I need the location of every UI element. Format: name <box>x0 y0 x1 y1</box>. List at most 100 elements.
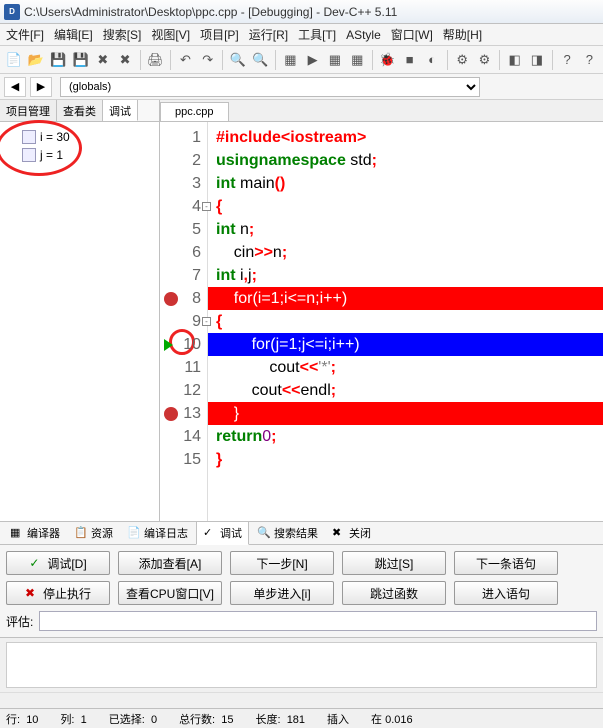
line-number[interactable]: 11 <box>162 356 201 379</box>
tool1-icon[interactable]: ⚙ <box>453 49 472 71</box>
bottom-tab[interactable]: ▦编译器 <box>4 522 66 544</box>
line-number[interactable]: 3 <box>162 172 201 195</box>
code-line[interactable]: { <box>208 195 603 218</box>
line-number[interactable]: 13 <box>162 402 201 425</box>
left-tabs: 项目管理查看类调试 <box>0 100 159 122</box>
bottom-tab[interactable]: 📄编译日志 <box>121 522 194 544</box>
code-line[interactable]: int n; <box>208 218 603 241</box>
debug-button[interactable]: 下一条语句 <box>454 551 558 575</box>
bottom-tab[interactable]: ✖关闭 <box>326 522 377 544</box>
bottom-tab[interactable]: 🔍搜索结果 <box>251 522 324 544</box>
file-tab-ppc[interactable]: ppc.cpp <box>160 102 229 121</box>
menu-item[interactable]: 项目[P] <box>200 26 239 43</box>
nav-fwd-icon[interactable]: ▶ <box>30 77 52 97</box>
compilerun-icon[interactable]: ▦ <box>325 49 344 71</box>
eval-input[interactable] <box>39 611 597 631</box>
rebuild-icon[interactable]: ▦ <box>348 49 367 71</box>
menu-item[interactable]: 编辑[E] <box>54 26 93 43</box>
tool2-icon[interactable]: ⚙ <box>475 49 494 71</box>
goto1-icon[interactable]: ◧ <box>505 49 524 71</box>
code-line[interactable]: } <box>208 402 603 425</box>
compile-icon[interactable]: ▦ <box>281 49 300 71</box>
new-file-icon[interactable]: 📄 <box>4 49 23 71</box>
find-icon[interactable]: 🔍 <box>228 49 247 71</box>
code-line[interactable]: cout<<'*'; <box>208 356 603 379</box>
undo-icon[interactable]: ↶ <box>176 49 195 71</box>
titlebar: D C:\Users\Administrator\Desktop\ppc.cpp… <box>0 0 603 24</box>
line-number[interactable]: 12 <box>162 379 201 402</box>
output-area[interactable] <box>6 642 597 688</box>
statusbar: 行: 10 列: 1 已选择: 0 总行数: 15 长度: 181 插入 在 0… <box>0 708 603 728</box>
debug-button[interactable]: 进入语句 <box>454 581 558 605</box>
code-line[interactable]: int i,j; <box>208 264 603 287</box>
globals-select[interactable]: (globals) <box>60 77 480 97</box>
line-number[interactable]: 9- <box>162 310 201 333</box>
line-number[interactable]: 15 <box>162 448 201 471</box>
code-line[interactable]: #include<iostream> <box>208 126 603 149</box>
goto2-icon[interactable]: ◨ <box>527 49 546 71</box>
menu-item[interactable]: 窗口[W] <box>391 26 433 43</box>
line-number[interactable]: 1 <box>162 126 201 149</box>
code-line[interactable]: using namespace std; <box>208 149 603 172</box>
left-tab[interactable]: 查看类 <box>57 100 103 121</box>
tab-icon: ▦ <box>10 526 24 540</box>
nav-back-icon[interactable]: ◀ <box>4 77 26 97</box>
help1-icon[interactable]: ? <box>557 49 576 71</box>
stop-icon[interactable]: ■ <box>400 49 419 71</box>
breakpoint-icon[interactable] <box>164 292 178 306</box>
code-line[interactable]: for(i=1;i<=n;i++) <box>208 287 603 310</box>
code-body[interactable]: #include<iostream>using namespace std;in… <box>208 122 603 521</box>
code-line[interactable]: cout<<endl; <box>208 379 603 402</box>
redo-icon[interactable]: ↷ <box>198 49 217 71</box>
menu-item[interactable]: 帮助[H] <box>443 26 482 43</box>
close-icon[interactable]: ✖ <box>93 49 112 71</box>
code-line[interactable]: } <box>208 448 603 471</box>
fold-icon[interactable]: - <box>202 202 211 211</box>
code-line[interactable]: cin>>n; <box>208 241 603 264</box>
menu-item[interactable]: 视图[V] <box>151 26 190 43</box>
menu-item[interactable]: 工具[T] <box>298 26 336 43</box>
bottom-tab[interactable]: ✓调试 <box>196 521 249 545</box>
print-icon[interactable]: 🖨 <box>146 49 165 71</box>
saveall-icon[interactable]: 💾 <box>71 49 90 71</box>
debug-button[interactable]: 单步进入[i] <box>230 581 334 605</box>
code-line[interactable]: int main() <box>208 172 603 195</box>
save-icon[interactable]: 💾 <box>49 49 68 71</box>
code-editor[interactable]: 1234-56789-101112131415 #include<iostrea… <box>160 122 603 521</box>
profile-icon[interactable]: ◐ <box>422 49 441 71</box>
code-line[interactable]: { <box>208 310 603 333</box>
line-number[interactable]: 4- <box>162 195 201 218</box>
debug-button[interactable]: 跳过函数 <box>342 581 446 605</box>
line-number[interactable]: 6 <box>162 241 201 264</box>
debug-button[interactable]: ✖停止执行 <box>6 581 110 605</box>
line-number[interactable]: 2 <box>162 149 201 172</box>
code-line[interactable]: for(j=1;j<=i;i++) <box>208 333 603 356</box>
menu-item[interactable]: AStyle <box>346 28 381 42</box>
line-number[interactable]: 10 <box>162 333 201 356</box>
breakpoint-icon[interactable] <box>164 407 178 421</box>
debug-button[interactable]: ✓调试[D] <box>6 551 110 575</box>
menu-item[interactable]: 搜索[S] <box>103 26 142 43</box>
line-number[interactable]: 8 <box>162 287 201 310</box>
menu-item[interactable]: 文件[F] <box>6 26 44 43</box>
help2-icon[interactable]: ? <box>580 49 599 71</box>
replace-icon[interactable]: 🔍 <box>251 49 270 71</box>
debug-button[interactable]: 添加查看[A] <box>118 551 222 575</box>
code-line[interactable]: return 0; <box>208 425 603 448</box>
horizontal-scrollbar[interactable] <box>0 692 603 708</box>
line-number[interactable]: 14 <box>162 425 201 448</box>
bottom-tab[interactable]: 📋资源 <box>68 522 119 544</box>
fold-icon[interactable]: - <box>202 317 211 326</box>
debug-button[interactable]: 查看CPU窗口[V] <box>118 581 222 605</box>
open-icon[interactable]: 📂 <box>26 49 45 71</box>
closeall-icon[interactable]: ✖ <box>115 49 134 71</box>
left-tab[interactable]: 项目管理 <box>0 100 57 121</box>
run-icon[interactable]: ▶ <box>303 49 322 71</box>
debug-icon[interactable]: 🐞 <box>378 49 397 71</box>
menu-item[interactable]: 运行[R] <box>249 26 288 43</box>
debug-button[interactable]: 跳过[S] <box>342 551 446 575</box>
line-number[interactable]: 7 <box>162 264 201 287</box>
line-number[interactable]: 5 <box>162 218 201 241</box>
debug-button[interactable]: 下一步[N] <box>230 551 334 575</box>
left-tab[interactable]: 调试 <box>103 100 138 121</box>
